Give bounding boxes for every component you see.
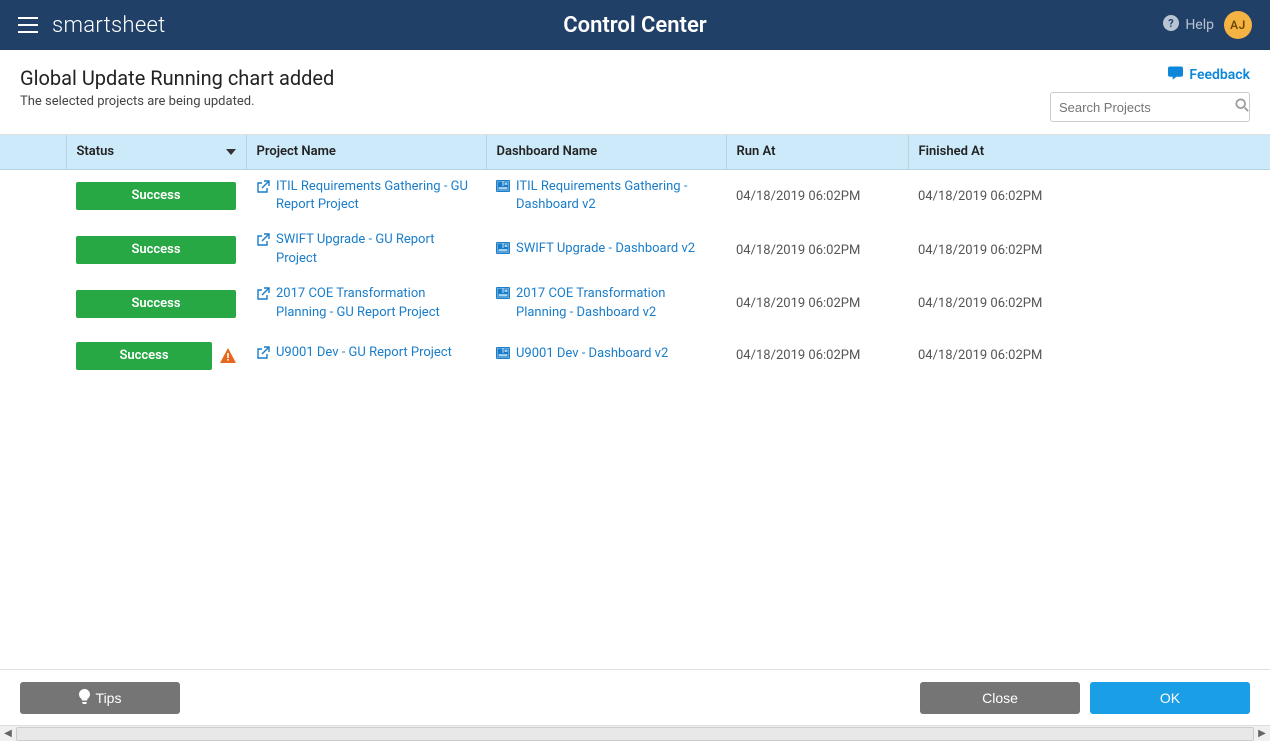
- table-header-row: Status Project Name Dashboard Name Run A…: [0, 135, 1270, 169]
- scroll-track[interactable]: [16, 727, 1254, 741]
- project-link[interactable]: U9001 Dev - GU Report Project: [276, 344, 452, 363]
- search-box[interactable]: [1050, 92, 1250, 122]
- col-status[interactable]: Status: [66, 135, 246, 169]
- subheader-left: Global Update Running chart added The se…: [20, 66, 1050, 109]
- col-project[interactable]: Project Name: [246, 135, 486, 169]
- table-row: Success 2017 COE Transformation Planning …: [0, 277, 1270, 331]
- col-dashboard-label: Dashboard Name: [497, 144, 598, 159]
- subheader: Global Update Running chart added The se…: [0, 50, 1270, 135]
- navbar: smartsheet Control Center ? Help AJ: [0, 0, 1270, 50]
- navbar-title: Control Center: [318, 13, 952, 38]
- dashboard-icon[interactable]: [496, 347, 510, 366]
- open-project-icon[interactable]: [256, 180, 270, 201]
- dashboard-icon[interactable]: [496, 287, 510, 306]
- finished-at-cell: 04/18/2019 06:02PM: [908, 223, 1270, 277]
- results-table-wrap: Status Project Name Dashboard Name Run A…: [0, 135, 1270, 669]
- ok-button[interactable]: OK: [1090, 682, 1250, 714]
- run-at-cell: 04/18/2019 06:02PM: [726, 169, 908, 223]
- avatar[interactable]: AJ: [1224, 11, 1252, 39]
- svg-text:?: ?: [1169, 17, 1175, 30]
- dashboard-icon[interactable]: [496, 242, 510, 261]
- col-run-label: Run At: [737, 144, 776, 159]
- run-at-cell: 04/18/2019 06:02PM: [726, 331, 908, 381]
- tips-label: Tips: [96, 690, 122, 706]
- search-icon[interactable]: [1235, 98, 1249, 116]
- sort-desc-icon[interactable]: [226, 144, 236, 159]
- col-run[interactable]: Run At: [726, 135, 908, 169]
- scroll-right-icon[interactable]: ▶: [1254, 728, 1270, 739]
- project-link[interactable]: SWIFT Upgrade - GU Report Project: [276, 231, 476, 269]
- page-title: Global Update Running chart added: [20, 66, 1050, 90]
- project-link[interactable]: 2017 COE Transformation Planning - GU Re…: [276, 285, 476, 323]
- col-finished[interactable]: Finished At: [908, 135, 1270, 169]
- help-icon: ?: [1163, 15, 1179, 35]
- dashboard-icon[interactable]: [496, 180, 510, 199]
- navbar-left: smartsheet: [18, 13, 318, 38]
- run-at-cell: 04/18/2019 06:02PM: [726, 277, 908, 331]
- tips-icon: [79, 689, 90, 707]
- help-link[interactable]: ? Help: [1163, 15, 1214, 35]
- finished-at-cell: 04/18/2019 06:02PM: [908, 169, 1270, 223]
- menu-icon[interactable]: [18, 17, 38, 33]
- table-row: Success ITIL Requirements Gathering - GU …: [0, 169, 1270, 223]
- status-badge: Success: [76, 182, 236, 210]
- feedback-link[interactable]: Feedback: [1168, 66, 1250, 84]
- dashboard-link[interactable]: SWIFT Upgrade - Dashboard v2: [516, 240, 695, 259]
- table-row: Success SWIFT Upgrade - GU Report Project…: [0, 223, 1270, 277]
- brand-logo: smartsheet: [52, 13, 166, 38]
- col-project-label: Project Name: [257, 144, 336, 159]
- col-finished-label: Finished At: [919, 144, 985, 159]
- col-status-label: Status: [77, 144, 115, 159]
- status-badge: Success: [76, 342, 212, 370]
- project-link[interactable]: ITIL Requirements Gathering - GU Report …: [276, 178, 476, 216]
- help-label: Help: [1185, 17, 1214, 33]
- subheader-right: Feedback: [1050, 66, 1250, 122]
- dashboard-link[interactable]: ITIL Requirements Gathering - Dashboard …: [516, 178, 716, 216]
- dashboard-link[interactable]: U9001 Dev - Dashboard v2: [516, 345, 668, 364]
- status-badge: Success: [76, 290, 236, 318]
- open-project-icon[interactable]: [256, 346, 270, 367]
- finished-at-cell: 04/18/2019 06:02PM: [908, 277, 1270, 331]
- close-button[interactable]: Close: [920, 682, 1080, 714]
- table-row: Success U9001 Dev - GU Report Project U900…: [0, 331, 1270, 381]
- feedback-label: Feedback: [1189, 67, 1250, 83]
- navbar-right: ? Help AJ: [952, 11, 1252, 39]
- feedback-icon: [1168, 66, 1183, 84]
- open-project-icon[interactable]: [256, 233, 270, 254]
- tips-button[interactable]: Tips: [20, 682, 180, 714]
- col-blank: [0, 135, 66, 169]
- horizontal-scrollbar[interactable]: ◀ ▶: [0, 725, 1270, 741]
- col-dashboard[interactable]: Dashboard Name: [486, 135, 726, 169]
- search-input[interactable]: [1059, 100, 1235, 115]
- status-badge: Success: [76, 236, 236, 264]
- page-subtitle: The selected projects are being updated.: [20, 94, 1050, 109]
- results-table: Status Project Name Dashboard Name Run A…: [0, 135, 1270, 381]
- footer-bar: Tips Close OK: [0, 669, 1270, 725]
- finished-at-cell: 04/18/2019 06:02PM: [908, 331, 1270, 381]
- open-project-icon[interactable]: [256, 287, 270, 308]
- run-at-cell: 04/18/2019 06:02PM: [726, 223, 908, 277]
- warning-icon: [220, 348, 236, 363]
- dashboard-link[interactable]: 2017 COE Transformation Planning - Dashb…: [516, 285, 716, 323]
- scroll-left-icon[interactable]: ◀: [0, 728, 16, 739]
